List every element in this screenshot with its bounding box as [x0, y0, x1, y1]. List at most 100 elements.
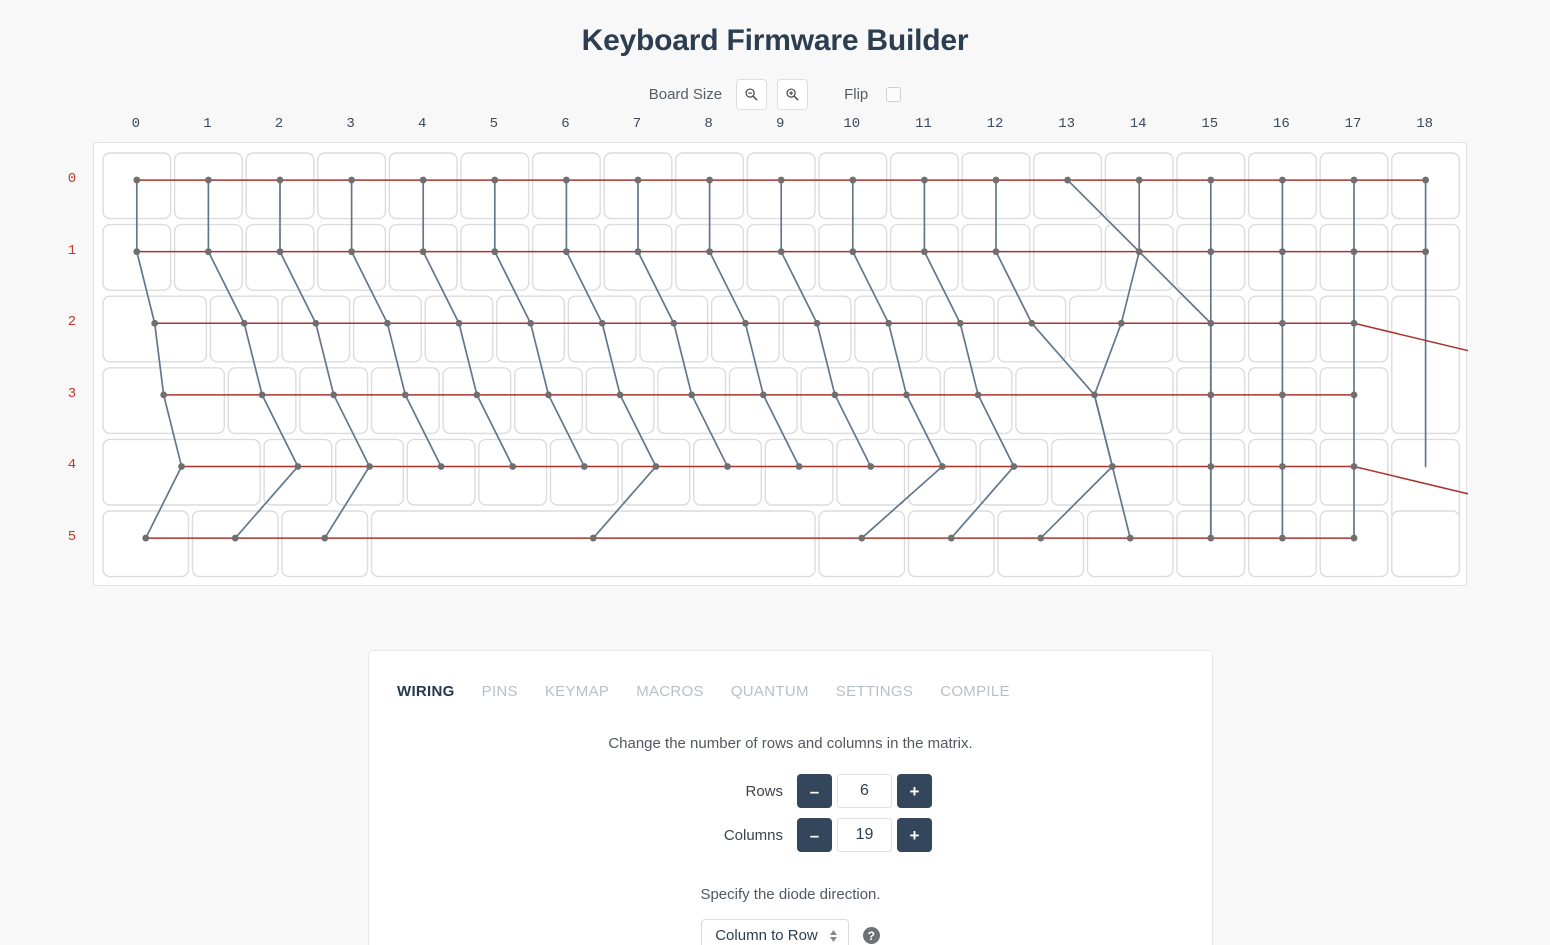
keycap[interactable] — [728, 367, 798, 435]
matrix-node[interactable] — [724, 463, 731, 470]
matrix-node[interactable] — [151, 319, 159, 327]
keycap[interactable] — [352, 295, 422, 363]
matrix-node[interactable] — [1350, 319, 1358, 327]
keycap[interactable] — [907, 510, 995, 578]
matrix-node[interactable] — [777, 176, 785, 184]
matrix-node[interactable] — [795, 463, 803, 470]
matrix-node[interactable] — [589, 534, 597, 542]
keycap[interactable] — [370, 510, 816, 578]
keycap[interactable] — [872, 367, 942, 435]
matrix-node[interactable] — [777, 248, 785, 256]
matrix-node[interactable] — [580, 463, 588, 470]
matrix-node[interactable] — [858, 534, 866, 542]
matrix-node[interactable] — [294, 463, 302, 470]
matrix-node[interactable] — [849, 248, 857, 256]
matrix-node[interactable] — [160, 391, 168, 399]
matrix-node[interactable] — [473, 391, 481, 399]
matrix-node[interactable] — [1091, 391, 1098, 399]
keycap[interactable] — [710, 295, 780, 363]
matrix-node[interactable] — [178, 463, 185, 470]
keycap[interactable] — [836, 438, 906, 506]
matrix-node[interactable] — [205, 248, 212, 256]
matrix-node[interactable] — [885, 319, 892, 327]
matrix-node[interactable] — [688, 391, 696, 399]
keycap[interactable] — [334, 438, 404, 506]
matrix-node[interactable] — [276, 248, 284, 256]
diode-direction-select[interactable]: Column to Row — [701, 919, 849, 945]
keycap[interactable] — [1391, 510, 1461, 578]
matrix-node[interactable] — [1279, 463, 1286, 470]
keycap[interactable] — [281, 295, 351, 363]
matrix-node[interactable] — [276, 176, 284, 184]
rows-decrement-button[interactable]: – — [797, 774, 832, 808]
keycap[interactable] — [997, 510, 1085, 578]
matrix-node[interactable] — [616, 391, 624, 399]
matrix-node[interactable] — [348, 248, 355, 256]
matrix-node[interactable] — [1350, 391, 1358, 399]
keycap[interactable] — [693, 438, 763, 506]
matrix-node[interactable] — [956, 319, 964, 327]
matrix-node[interactable] — [1126, 534, 1134, 542]
matrix-node[interactable] — [348, 176, 355, 184]
keycap[interactable] — [585, 367, 655, 435]
matrix-node[interactable] — [205, 176, 212, 184]
tab-keymap[interactable]: KEYMAP — [545, 683, 626, 700]
matrix-node[interactable] — [231, 534, 239, 542]
keycap[interactable] — [979, 438, 1049, 506]
matrix-node[interactable] — [1279, 319, 1286, 327]
keycap[interactable] — [1086, 510, 1174, 578]
keycap[interactable] — [102, 510, 190, 578]
matrix-node[interactable] — [974, 391, 982, 399]
keycap[interactable] — [406, 438, 476, 506]
matrix-node[interactable] — [419, 248, 427, 256]
matrix-node[interactable] — [133, 248, 141, 256]
keycap[interactable] — [997, 295, 1067, 363]
matrix-node[interactable] — [1135, 176, 1143, 184]
matrix-node[interactable] — [1207, 176, 1215, 184]
zoom-in-button[interactable] — [777, 78, 809, 110]
matrix-node[interactable] — [706, 248, 713, 256]
tab-settings[interactable]: SETTINGS — [836, 683, 930, 700]
keycap[interactable] — [639, 295, 709, 363]
matrix-node[interactable] — [1279, 534, 1286, 542]
matrix-node[interactable] — [813, 319, 821, 327]
keycap[interactable] — [191, 510, 279, 578]
matrix-node[interactable] — [258, 391, 266, 399]
keycap[interactable] — [818, 510, 906, 578]
keycap[interactable] — [1051, 438, 1174, 506]
keycap[interactable] — [907, 438, 977, 506]
help-icon[interactable]: ? — [862, 927, 880, 944]
matrix-node[interactable] — [652, 463, 660, 470]
tab-pins[interactable]: PINS — [482, 683, 535, 700]
matrix-node[interactable] — [1207, 319, 1215, 327]
matrix-node[interactable] — [1207, 248, 1215, 256]
matrix-node[interactable] — [921, 176, 928, 184]
matrix-node[interactable] — [706, 176, 713, 184]
matrix-node[interactable] — [867, 463, 875, 470]
matrix-node[interactable] — [742, 319, 749, 327]
keycap[interactable] — [514, 367, 584, 435]
tab-quantum[interactable]: QUANTUM — [731, 683, 826, 700]
matrix-node[interactable] — [509, 463, 517, 470]
keycap[interactable] — [442, 367, 512, 435]
keycap[interactable] — [424, 295, 494, 363]
keycap[interactable] — [478, 438, 548, 506]
matrix-node[interactable] — [437, 463, 445, 470]
matrix-node[interactable] — [133, 176, 141, 184]
matrix-node[interactable] — [1207, 391, 1215, 399]
matrix-node[interactable] — [1422, 176, 1429, 184]
matrix-node[interactable] — [1350, 176, 1358, 184]
keycap[interactable] — [854, 295, 924, 363]
keycap[interactable] — [782, 295, 852, 363]
keycap[interactable] — [800, 367, 870, 435]
matrix-node[interactable] — [366, 463, 373, 470]
matrix-node[interactable] — [312, 319, 320, 327]
matrix-node[interactable] — [1117, 319, 1125, 327]
matrix-node[interactable] — [1350, 248, 1358, 256]
matrix-node[interactable] — [670, 319, 678, 327]
tab-macros[interactable]: MACROS — [636, 683, 721, 700]
matrix-node[interactable] — [598, 319, 606, 327]
keycap[interactable] — [1033, 152, 1103, 220]
matrix-node[interactable] — [1279, 176, 1286, 184]
rows-increment-button[interactable]: + — [897, 774, 932, 808]
